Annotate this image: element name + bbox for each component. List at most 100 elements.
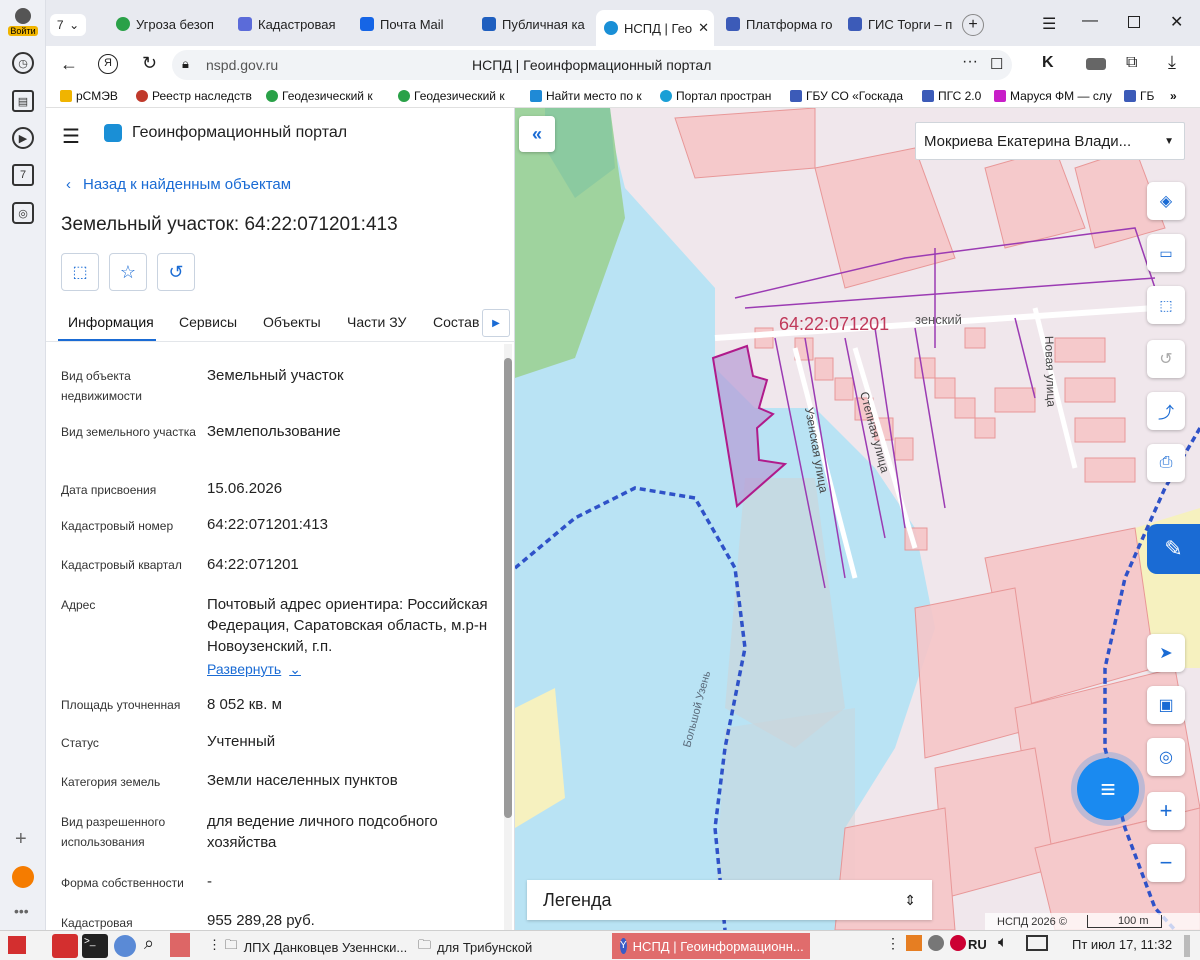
history-icon[interactable]: ◷: [12, 52, 34, 74]
legend-panel[interactable]: Легенда ⇕: [527, 880, 932, 920]
history-map-button[interactable]: ↺: [1147, 340, 1185, 378]
ruler-button[interactable]: ▭: [1147, 234, 1185, 272]
app-icon[interactable]: [170, 933, 190, 957]
tab-count-button[interactable]: 7 ⌄: [50, 14, 86, 36]
camera-icon[interactable]: ◎: [12, 202, 34, 224]
add-panel-icon[interactable]: +: [15, 828, 27, 851]
puzzle-icon[interactable]: ⧉: [1126, 54, 1137, 72]
taskbar-item[interactable]: 🗀︎ для Трибунской: [418, 936, 532, 958]
tab-item[interactable]: Почта Mail: [352, 8, 468, 40]
bookmark-item[interactable]: Геодезический к: [398, 89, 505, 103]
bookmark-item[interactable]: Маруся ФМ — слу: [994, 89, 1112, 103]
tab-item[interactable]: Угроза безоп: [108, 8, 224, 40]
tray-icon[interactable]: [906, 935, 922, 951]
history-button[interactable]: ↺: [157, 253, 195, 291]
close-icon[interactable]: ✕: [698, 20, 709, 36]
field-label: Кадастровый квартал: [61, 558, 182, 572]
profile-label: Войти: [8, 26, 38, 36]
tray-icon[interactable]: ⋮: [886, 935, 900, 957]
minimap-button[interactable]: ▣: [1147, 686, 1185, 724]
more-icon[interactable]: •••: [14, 903, 29, 919]
tab-parts[interactable]: Части ЗУ: [347, 314, 406, 330]
collections-icon[interactable]: ▤: [12, 90, 34, 112]
terminal-icon[interactable]: >_: [82, 934, 108, 958]
tabs-scroll-right-button[interactable]: ▶: [482, 309, 510, 337]
maximize-icon[interactable]: [1128, 16, 1140, 28]
taskbar-item-label: для Трибунской: [437, 939, 533, 955]
locate-on-map-button[interactable]: ⬚: [61, 253, 99, 291]
user-menu[interactable]: Мокриева Екатерина Влади... ▼: [915, 122, 1185, 160]
back-link[interactable]: ‹ Назад к найденным объектам: [66, 176, 291, 193]
extension-icon[interactable]: [1086, 58, 1106, 70]
tab-item[interactable]: Кадастровая: [230, 8, 346, 40]
reload-icon[interactable]: ↻: [142, 53, 157, 74]
zoom-in-button[interactable]: +: [1147, 792, 1185, 830]
expand-address-link[interactable]: Развернуть ⌄: [207, 661, 301, 678]
more-icon[interactable]: ···: [962, 53, 978, 71]
show-desktop-button[interactable]: [1184, 935, 1190, 957]
new-tab-icon[interactable]: +: [962, 14, 984, 36]
bookmark-label: Портал простран: [676, 89, 772, 103]
url-box[interactable]: 🔒︎ nspd.gov.ru НСПД | Геоинформационный …: [172, 50, 1012, 80]
zoom-select-icon: ⬚: [72, 264, 88, 281]
collapse-panel-button[interactable]: «: [519, 116, 555, 152]
emblem-icon: [790, 90, 802, 102]
download-icon[interactable]: ⤓: [1168, 52, 1176, 73]
minimize-icon[interactable]: —: [1082, 12, 1098, 30]
bookmark-icon[interactable]: ☐: [990, 55, 1003, 73]
bookmark-item[interactable]: Геодезический к: [266, 89, 373, 103]
tray-icon[interactable]: [950, 935, 966, 951]
mail-app-icon[interactable]: [12, 866, 34, 888]
clock[interactable]: Пт июл 17, 11:32: [1072, 937, 1172, 952]
volume-icon[interactable]: 🔈︎: [998, 934, 1008, 952]
search-area-icon: ⬚: [1159, 296, 1173, 313]
feedback-button[interactable]: ✎: [1147, 524, 1200, 574]
tab-item-active[interactable]: НСПД | Гео ✕: [596, 10, 714, 46]
menu-icon[interactable]: ☰: [1042, 14, 1056, 34]
bookmark-item[interactable]: ГБУ СО «Госкада: [790, 89, 903, 103]
network-icon[interactable]: [1026, 935, 1048, 951]
tab-objects[interactable]: Объекты: [263, 314, 321, 330]
search-location-button[interactable]: ◎: [1147, 738, 1185, 776]
zoom-out-button[interactable]: −: [1147, 844, 1185, 882]
bookmark-item[interactable]: рСМЭВ: [60, 89, 118, 103]
tab-count-icon[interactable]: 7: [12, 164, 34, 186]
play-icon[interactable]: ▶: [12, 127, 34, 149]
tab-services[interactable]: Сервисы: [179, 314, 237, 330]
search-icon[interactable]: ⌕: [144, 933, 154, 954]
area-search-button[interactable]: ⬚: [1147, 286, 1185, 324]
bookmark-item[interactable]: Портал простран: [660, 89, 771, 103]
map-view[interactable]: 64:22:071201 зенский Узенская улица Степ…: [515, 108, 1200, 930]
geolocation-button[interactable]: ➤: [1147, 634, 1185, 672]
extension-icon[interactable]: K: [1042, 54, 1054, 72]
taskbar-item-active[interactable]: Y НСПД | Геоинформационн...: [612, 933, 810, 959]
history-icon: ↺: [1159, 351, 1173, 368]
profile-button[interactable]: Войти: [8, 8, 38, 38]
bookmark-item[interactable]: ПГС 2.0: [922, 89, 981, 103]
favorite-button[interactable]: ☆: [109, 253, 147, 291]
taskbar-item[interactable]: ⋮ 🗀︎ ЛПХ Данковцев Узеннски...: [208, 936, 407, 958]
tray-icon[interactable]: [928, 935, 944, 951]
back-icon[interactable]: ←: [60, 54, 78, 75]
tab-item[interactable]: ГИС Торги – п: [840, 8, 956, 40]
tab-item[interactable]: Платформа го: [718, 8, 834, 40]
keyboard-layout[interactable]: RU: [968, 937, 987, 952]
window-close-icon[interactable]: ✕: [1170, 12, 1183, 32]
hamburger-icon[interactable]: ☰: [62, 124, 80, 149]
layers-button[interactable]: ◈: [1147, 182, 1185, 220]
share-button[interactable]: ⤴: [1147, 392, 1185, 430]
bookmarks-more-icon[interactable]: »: [1170, 89, 1177, 103]
chat-button[interactable]: ≡: [1077, 758, 1139, 820]
bookmark-item[interactable]: Найти место по к: [530, 89, 642, 103]
bookmark-item[interactable]: ГБ: [1124, 89, 1154, 103]
tab-item[interactable]: Публичная ка: [474, 8, 590, 40]
start-menu-icon[interactable]: [8, 936, 26, 954]
print-button[interactable]: ⎙: [1147, 444, 1185, 482]
bookmark-item[interactable]: Реестр наследств: [136, 89, 252, 103]
tab-composition[interactable]: Состав: [433, 314, 479, 330]
file-manager-icon[interactable]: [52, 934, 78, 958]
yandex-icon[interactable]: Я: [98, 54, 118, 74]
tab-info[interactable]: Информация: [68, 314, 154, 330]
browser-icon[interactable]: [114, 935, 136, 957]
scrollbar-thumb[interactable]: [504, 358, 512, 818]
